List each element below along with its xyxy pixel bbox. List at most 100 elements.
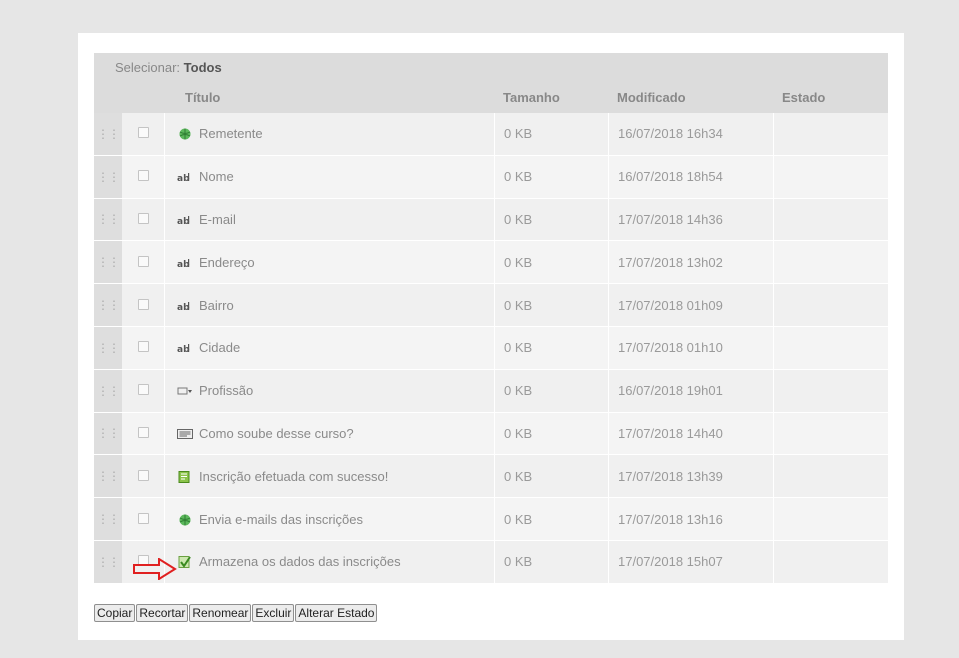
drag-handle-icon[interactable]: ⋮⋮ <box>94 198 122 242</box>
drag-handle-icon[interactable]: ⋮⋮ <box>94 369 122 413</box>
table-row[interactable]: ⋮⋮ Como soube desse curso? 0 KB 17/07/2018 … <box>94 412 888 456</box>
table-row[interactable]: ⋮⋮ ab Cidade 0 KB 17/07/2018 01h10 <box>94 326 888 370</box>
select-bar: Selecionar: Todos <box>94 53 888 81</box>
row-size: 0 KB <box>494 284 608 327</box>
row-checkbox[interactable] <box>137 341 149 353</box>
row-modified: 17/07/2018 13h39 <box>608 455 773 499</box>
row-modified: 17/07/2018 15h07 <box>608 540 773 584</box>
text-field-icon: ab <box>177 212 199 227</box>
row-checkbox[interactable] <box>137 384 149 396</box>
row-title-link[interactable]: Envia e-mails das inscrições <box>199 512 363 527</box>
row-modified: 17/07/2018 14h36 <box>608 198 773 242</box>
copy-button[interactable]: Copiar <box>94 604 136 622</box>
row-modified: 17/07/2018 01h10 <box>608 326 773 370</box>
delete-button[interactable]: Excluir <box>252 604 295 622</box>
row-state <box>773 540 888 584</box>
row-checkbox[interactable] <box>137 512 149 524</box>
row-size: 0 KB <box>494 113 608 156</box>
select-field-icon <box>177 383 199 398</box>
drag-handle-icon[interactable]: ⋮⋮ <box>94 241 122 285</box>
text-field-icon: ab <box>177 169 199 184</box>
table-row[interactable]: ⋮⋮ ab Bairro 0 KB 17/07/2018 01h09 <box>94 284 888 327</box>
row-size: 0 KB <box>494 498 608 541</box>
row-title-link[interactable]: Cidade <box>199 340 240 355</box>
form-page-icon <box>177 469 199 484</box>
row-checkbox[interactable] <box>137 170 149 182</box>
select-all-link[interactable]: Todos <box>184 60 222 75</box>
row-state <box>773 241 888 285</box>
row-modified: 16/07/2018 18h54 <box>608 155 773 199</box>
row-title-link[interactable]: Profissão <box>199 383 253 398</box>
rename-button[interactable]: Renomear <box>189 604 252 622</box>
table-row[interactable]: ⋮⋮ Armazena os dados das inscrições 0 KB 17… <box>94 540 888 584</box>
column-size-header[interactable]: Tamanho <box>494 81 608 113</box>
cut-button[interactable]: Recortar <box>136 604 189 622</box>
row-state <box>773 455 888 499</box>
text-field-icon: ab <box>177 340 199 355</box>
row-size: 0 KB <box>494 241 608 285</box>
row-size: 0 KB <box>494 455 608 499</box>
select-label: Selecionar: <box>115 59 181 75</box>
change-state-button[interactable]: Alterar Estado <box>295 604 378 622</box>
drag-handle-icon[interactable]: ⋮⋮ <box>94 498 122 541</box>
row-title-link[interactable]: Nome <box>199 169 234 184</box>
row-checkbox[interactable] <box>137 426 149 438</box>
column-state-header[interactable]: Estado <box>773 81 888 113</box>
folder-contents-panel: Selecionar: Todos Título Tamanho Modific… <box>78 33 904 640</box>
drag-handle-icon[interactable]: ⋮⋮ <box>94 326 122 370</box>
table-row[interactable]: ⋮⋮ ab Endereço 0 KB 17/07/2018 13h02 <box>94 241 888 285</box>
row-size: 0 KB <box>494 155 608 199</box>
row-size: 0 KB <box>494 540 608 584</box>
row-checkbox[interactable] <box>137 469 149 481</box>
row-checkbox[interactable] <box>137 255 149 267</box>
row-size: 0 KB <box>494 326 608 370</box>
row-title-link[interactable]: E-mail <box>199 212 236 227</box>
textarea-icon <box>177 426 199 441</box>
contents-table: Selecionar: Todos Título Tamanho Modific… <box>94 53 888 584</box>
header-handle <box>94 81 122 113</box>
column-modified-header[interactable]: Modificado <box>608 81 773 113</box>
row-size: 0 KB <box>494 198 608 242</box>
row-title-link[interactable]: Armazena os dados das inscrições <box>199 554 401 569</box>
table-header: Título Tamanho Modificado Estado <box>94 81 888 113</box>
table-row[interactable]: ⋮⋮ Profissão 0 KB 16/07/2018 19h01 <box>94 369 888 413</box>
row-state <box>773 326 888 370</box>
row-checkbox[interactable] <box>137 298 149 310</box>
row-title-link[interactable]: Bairro <box>199 298 234 313</box>
row-state <box>773 155 888 199</box>
row-state <box>773 498 888 541</box>
drag-handle-icon[interactable]: ⋮⋮ <box>94 455 122 499</box>
drag-handle-icon[interactable]: ⋮⋮ <box>94 412 122 456</box>
red-arrow-icon <box>133 558 177 580</box>
table-row[interactable]: ⋮⋮ Inscrição efetuada com sucesso! 0 KB 17/… <box>94 455 888 499</box>
column-title-header[interactable]: Título <box>164 81 494 113</box>
drag-handle-icon[interactable]: ⋮⋮ <box>94 113 122 156</box>
row-title-link[interactable]: Como soube desse curso? <box>199 426 354 441</box>
drag-handle-icon[interactable]: ⋮⋮ <box>94 540 122 584</box>
table-row[interactable]: ⋮⋮ Envia e-mails das inscrições 0 KB 17/07/… <box>94 498 888 541</box>
row-modified: 17/07/2018 14h40 <box>608 412 773 456</box>
row-size: 0 KB <box>494 369 608 413</box>
header-check <box>122 81 164 113</box>
drag-handle-icon[interactable]: ⋮⋮ <box>94 155 122 199</box>
row-state <box>773 412 888 456</box>
drag-handle-icon[interactable]: ⋮⋮ <box>94 284 122 327</box>
row-state <box>773 369 888 413</box>
row-state <box>773 198 888 242</box>
text-field-icon: ab <box>177 255 199 270</box>
row-title-link[interactable]: Endereço <box>199 255 255 270</box>
globe-icon <box>177 126 199 141</box>
action-buttons: Copiar Recortar Renomear Excluir Alterar… <box>94 604 378 622</box>
row-modified: 17/07/2018 13h02 <box>608 241 773 285</box>
table-row[interactable]: ⋮⋮ Remetente 0 KB 16/07/2018 16h34 <box>94 113 888 156</box>
row-title-link[interactable]: Remetente <box>199 126 263 141</box>
row-title-link[interactable]: Inscrição efetuada com sucesso! <box>199 469 388 484</box>
table-row[interactable]: ⋮⋮ ab E-mail 0 KB 17/07/2018 14h36 <box>94 198 888 242</box>
table-row[interactable]: ⋮⋮ ab Nome 0 KB 16/07/2018 18h54 <box>94 155 888 199</box>
row-checkbox[interactable] <box>137 127 149 139</box>
row-size: 0 KB <box>494 412 608 456</box>
row-modified: 16/07/2018 16h34 <box>608 113 773 156</box>
row-state <box>773 284 888 327</box>
row-modified: 16/07/2018 19h01 <box>608 369 773 413</box>
row-checkbox[interactable] <box>137 212 149 224</box>
